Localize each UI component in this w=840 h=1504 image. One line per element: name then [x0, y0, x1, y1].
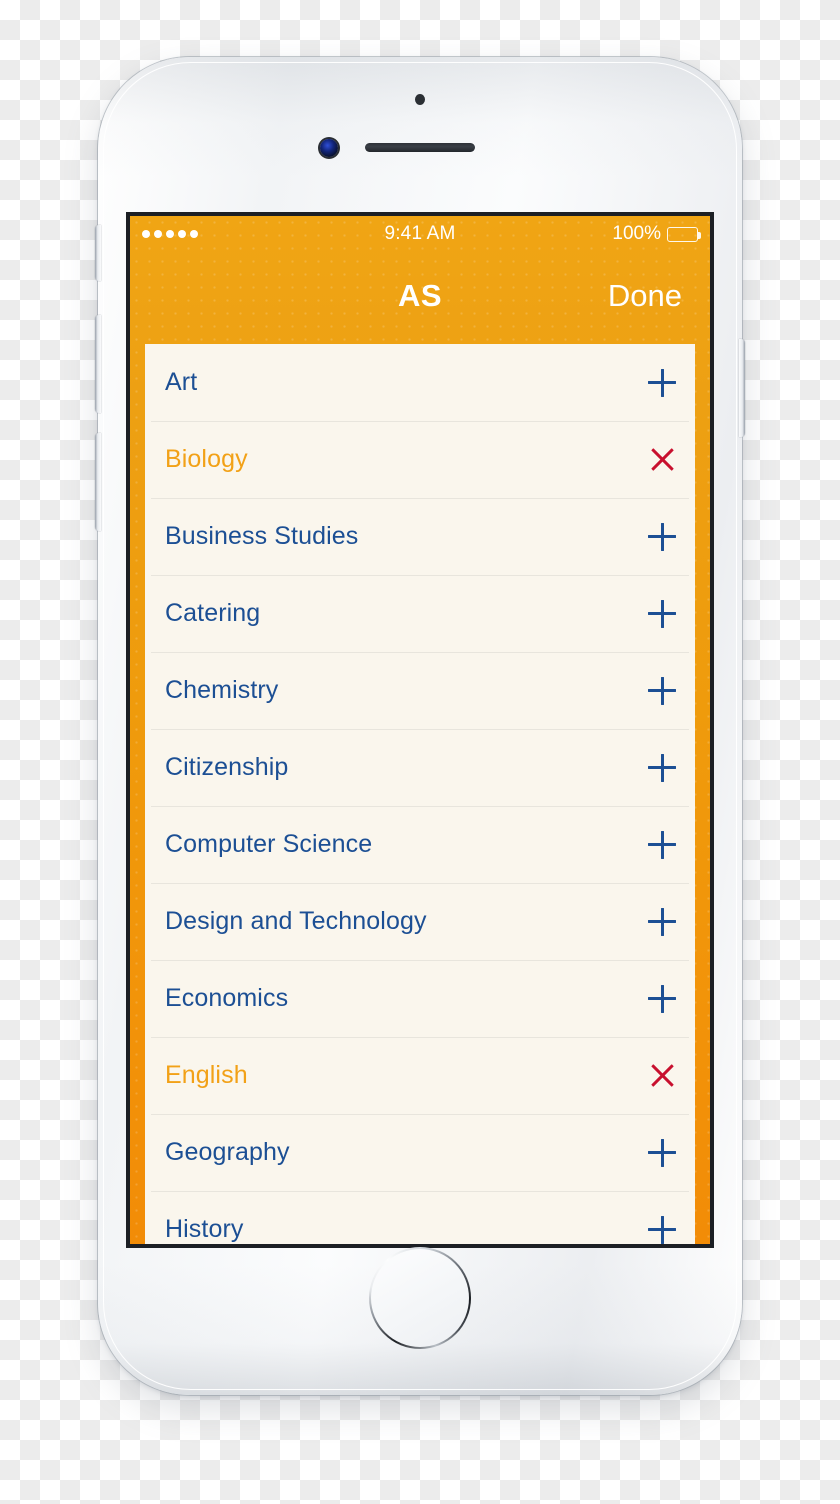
phone-screen: 9:41 AM 100% AS Done Art Biology Business …	[130, 216, 710, 1244]
plus-icon[interactable]	[647, 907, 677, 937]
subject-row[interactable]: English	[145, 1037, 695, 1114]
subject-label: Business Studies	[165, 522, 359, 550]
phone-device: 9:41 AM 100% AS Done Art Biology Business …	[95, 57, 745, 1395]
subject-label: Chemistry	[165, 676, 279, 704]
subject-row[interactable]: Business Studies	[145, 498, 695, 575]
mute-switch[interactable]	[95, 225, 101, 281]
plus-icon[interactable]	[647, 753, 677, 783]
subject-label: History	[165, 1215, 244, 1243]
cross-icon[interactable]	[647, 1061, 677, 1091]
plus-icon[interactable]	[647, 1215, 677, 1245]
subject-row[interactable]: Catering	[145, 575, 695, 652]
home-button-inner	[371, 1249, 469, 1347]
subject-label: Art	[165, 368, 198, 396]
subject-row[interactable]: History	[145, 1191, 695, 1244]
plus-icon[interactable]	[647, 368, 677, 398]
battery-full-icon	[667, 226, 701, 242]
subject-label: Catering	[165, 599, 261, 627]
phone-top-edge-shading	[98, 57, 742, 177]
subject-row[interactable]: Citizenship	[145, 729, 695, 806]
status-bar: 9:41 AM 100%	[130, 216, 710, 252]
cross-icon[interactable]	[647, 445, 677, 475]
home-button[interactable]	[369, 1247, 471, 1349]
signal-strength-icon	[142, 230, 198, 238]
subject-label: Geography	[165, 1138, 290, 1166]
plus-icon[interactable]	[647, 676, 677, 706]
proximity-sensor-dot-icon	[415, 94, 425, 105]
subject-row[interactable]: Design and Technology	[145, 883, 695, 960]
plus-icon[interactable]	[647, 599, 677, 629]
battery-cap	[698, 231, 701, 239]
subject-row[interactable]: Geography	[145, 1114, 695, 1191]
subject-label: Biology	[165, 445, 248, 473]
subject-label: Citizenship	[165, 753, 289, 781]
subject-row[interactable]: Biology	[145, 421, 695, 498]
subject-row[interactable]: Chemistry	[145, 652, 695, 729]
subject-label: Design and Technology	[165, 907, 427, 935]
power-button[interactable]	[739, 339, 745, 437]
earpiece-speaker-icon	[365, 143, 475, 152]
subject-label: English	[165, 1061, 248, 1089]
volume-up-button[interactable]	[95, 315, 101, 413]
battery-percent-label: 100%	[612, 223, 661, 244]
done-button[interactable]: Done	[608, 278, 682, 314]
subject-row[interactable]: Computer Science	[145, 806, 695, 883]
volume-down-button[interactable]	[95, 433, 101, 531]
navigation-bar: AS Done	[130, 252, 710, 340]
plus-icon[interactable]	[647, 984, 677, 1014]
front-camera-icon	[320, 139, 338, 157]
status-bar-right: 100%	[612, 223, 701, 245]
subject-list: Art Biology Business Studies Catering Chemis…	[145, 344, 695, 1244]
subject-label: Economics	[165, 984, 289, 1012]
plus-icon[interactable]	[647, 522, 677, 552]
subject-label: Computer Science	[165, 830, 373, 858]
subject-row[interactable]: Economics	[145, 960, 695, 1037]
plus-icon[interactable]	[647, 830, 677, 860]
plus-icon[interactable]	[647, 1138, 677, 1168]
subject-row[interactable]: Art	[145, 344, 695, 421]
